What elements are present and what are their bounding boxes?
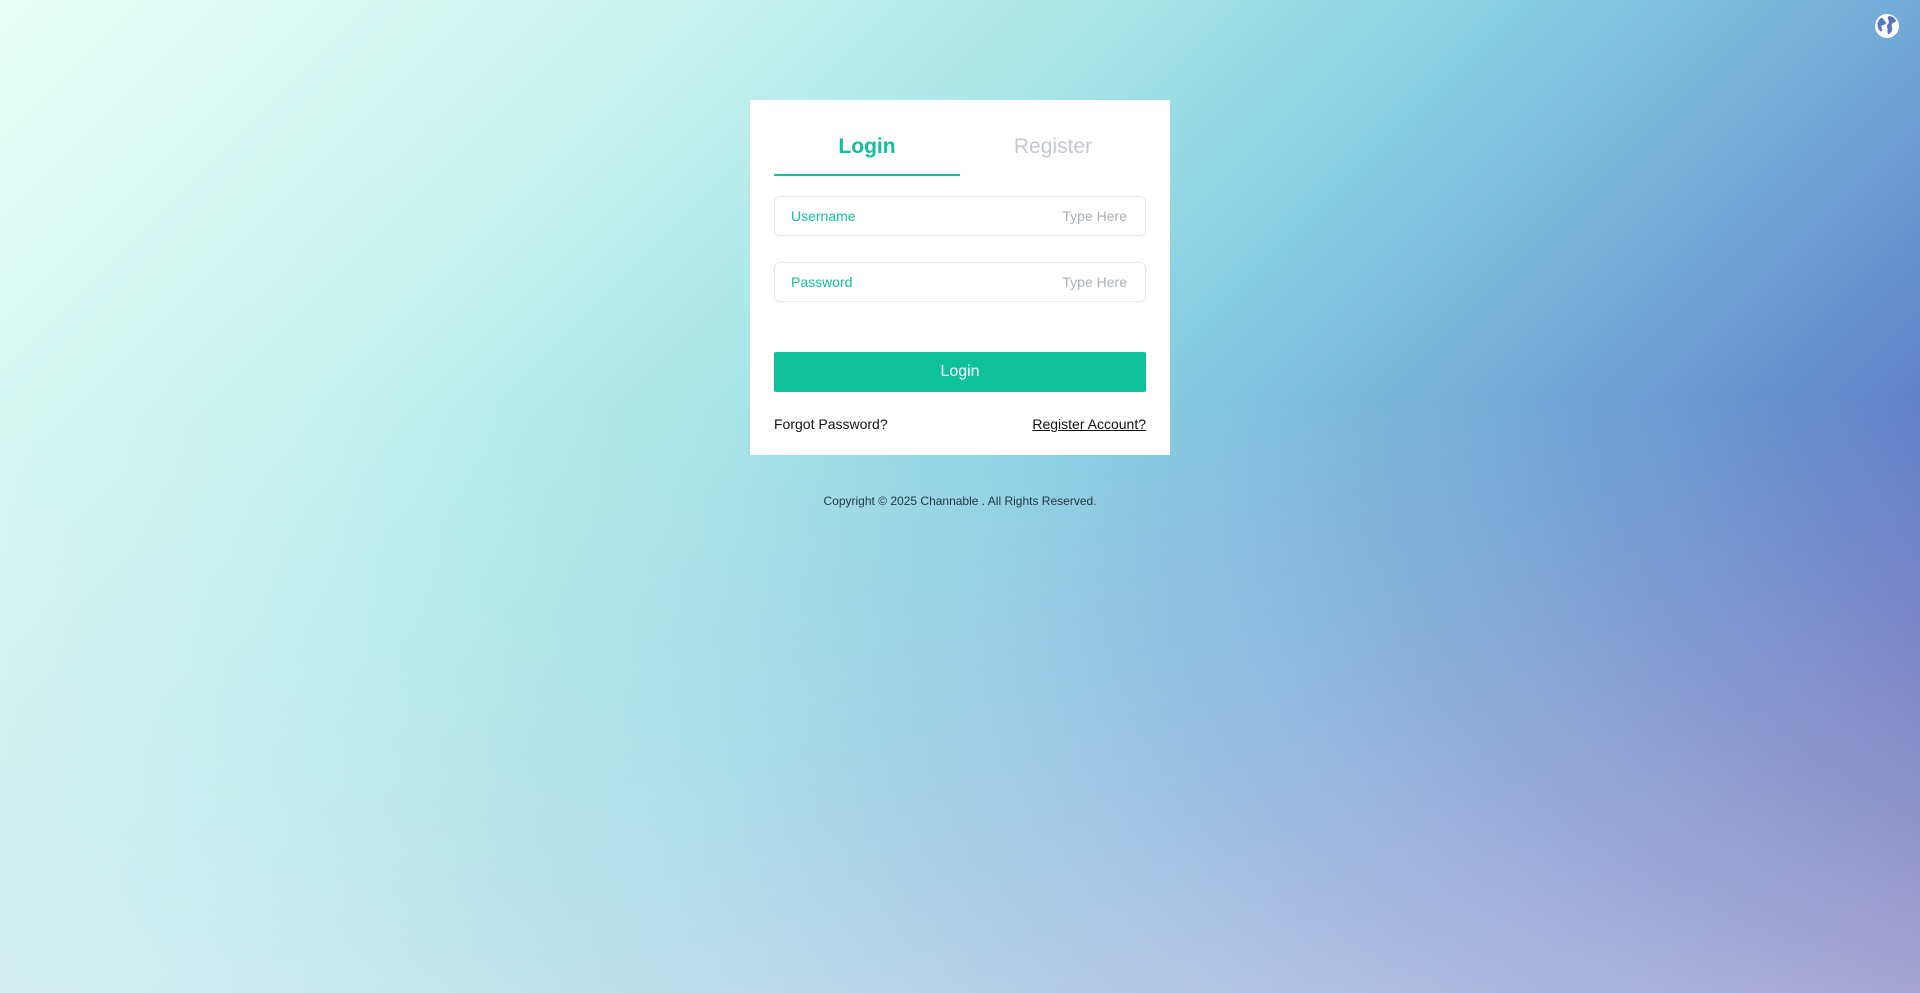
username-label: Username <box>791 208 856 224</box>
auth-links: Forgot Password? Register Account? <box>774 416 1146 432</box>
forgot-password-link[interactable]: Forgot Password? <box>774 416 888 432</box>
copyright-text: Copyright © 2025 Channable . All Rights … <box>823 494 1097 508</box>
username-input[interactable] <box>925 207 1129 225</box>
login-button[interactable]: Login <box>774 352 1146 392</box>
register-account-link[interactable]: Register Account? <box>1032 416 1146 432</box>
password-input[interactable] <box>925 273 1129 291</box>
auth-tabs: Login Register <box>774 100 1146 176</box>
password-field[interactable]: Password <box>774 262 1146 302</box>
tab-register[interactable]: Register <box>960 100 1146 176</box>
tab-login[interactable]: Login <box>774 100 960 176</box>
language-switch-globe-icon[interactable] <box>1874 13 1900 39</box>
username-field[interactable]: Username <box>774 196 1146 236</box>
password-label: Password <box>791 274 853 290</box>
globe-icon <box>1875 14 1899 38</box>
login-card: Login Register Username Password Login F… <box>750 100 1170 455</box>
